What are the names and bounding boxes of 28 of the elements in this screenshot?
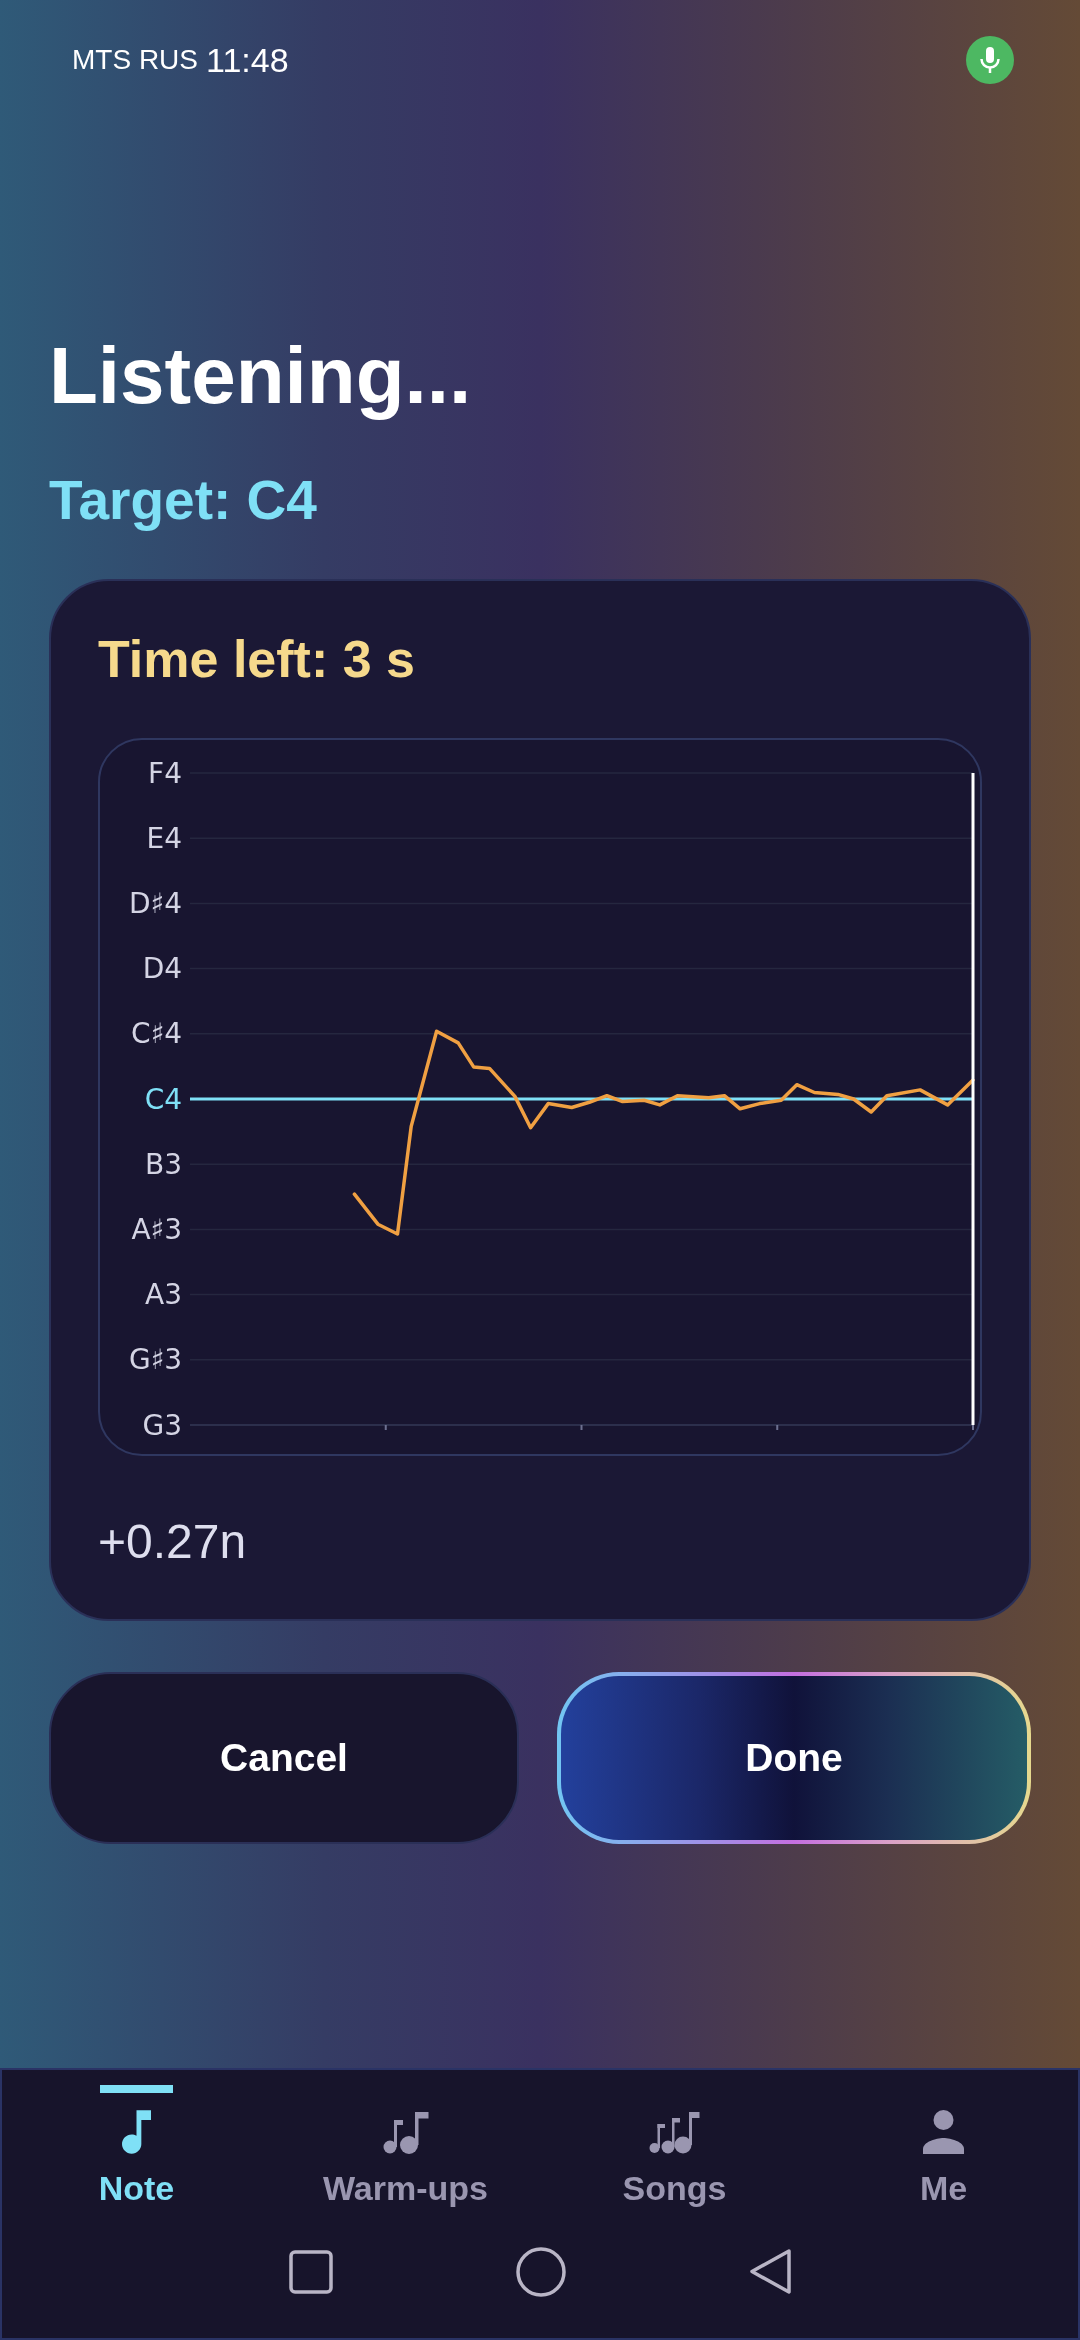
microphone-icon	[966, 36, 1014, 84]
cancel-button[interactable]: Cancel	[49, 1672, 519, 1844]
person-icon	[923, 2110, 964, 2154]
music-note-icon	[122, 2110, 151, 2154]
note-label: G3	[142, 1408, 182, 1442]
note-label: F4	[148, 756, 182, 790]
two-notes-icon	[382, 2110, 429, 2154]
clock-text: 11:48	[206, 43, 289, 77]
note-label: A♯3	[131, 1212, 182, 1246]
note-label: C♯4	[131, 1017, 182, 1051]
carrier-text: MTS RUS	[72, 46, 198, 74]
nav-tab[interactable]: Warm-ups	[271, 2070, 540, 2205]
note-label: B3	[144, 1147, 182, 1181]
note-label: G♯3	[128, 1343, 182, 1377]
back-icon[interactable]	[748, 2248, 792, 2295]
note-label: D4	[142, 952, 182, 986]
nav-tab[interactable]: Me	[809, 2070, 1078, 2205]
recent-apps-icon[interactable]	[288, 2249, 333, 2294]
home-icon[interactable]	[515, 2246, 566, 2297]
note-label: D♯4	[129, 886, 182, 920]
timer-text: Time left: 3 s	[98, 633, 416, 685]
nav-tab[interactable]: Note	[2, 2070, 271, 2205]
nav-tab[interactable]: Songs	[540, 2070, 809, 2205]
note-label: E4	[146, 821, 182, 855]
three-notes-icon	[649, 2110, 700, 2154]
note-label: C4	[144, 1082, 182, 1116]
note-label: A3	[145, 1278, 182, 1312]
deviation-text: +0.27n	[98, 1518, 248, 1566]
